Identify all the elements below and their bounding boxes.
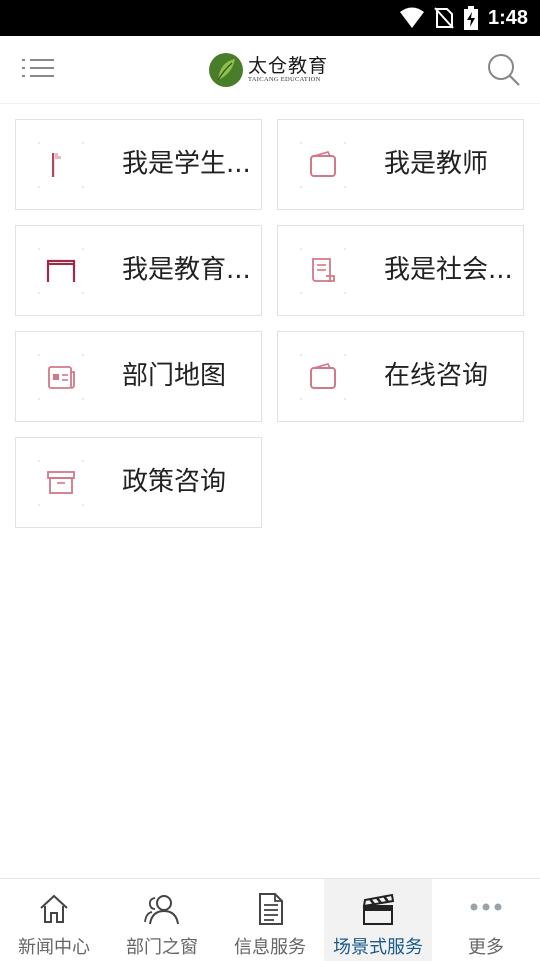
- tab-label: 场景式服务: [333, 933, 423, 959]
- card-label: 我是学生...: [122, 120, 254, 209]
- logo-title: 太仓教育: [248, 56, 328, 76]
- document-icon: [252, 891, 288, 927]
- card-policy-consult[interactable]: 政策咨询: [15, 437, 262, 528]
- card-label: 政策咨询: [122, 438, 254, 527]
- wallet-icon: [300, 354, 346, 400]
- scroll-icon: [300, 248, 346, 294]
- tab-info-service[interactable]: 信息服务: [216, 879, 324, 961]
- menu-button[interactable]: [20, 54, 56, 86]
- home-icon: [36, 891, 72, 927]
- card-label: 我是社会...: [384, 226, 516, 315]
- tab-label: 更多: [468, 933, 504, 959]
- status-time: 1:48: [488, 7, 528, 30]
- card-society[interactable]: 我是社会...: [277, 225, 524, 316]
- clapperboard-icon: [360, 891, 396, 927]
- card-label: 部门地图: [122, 332, 254, 421]
- tab-scenario-service[interactable]: 场景式服务: [324, 879, 432, 961]
- card-online-consult[interactable]: 在线咨询: [277, 331, 524, 422]
- card-teacher[interactable]: 我是教师: [277, 119, 524, 210]
- door-frame-icon: [38, 248, 84, 294]
- card-student[interactable]: 我是学生...: [15, 119, 262, 210]
- leaf-logo-icon: [208, 52, 244, 88]
- archive-box-icon: [38, 460, 84, 506]
- no-sim-icon: [434, 7, 454, 29]
- newspaper-icon: [38, 354, 84, 400]
- battery-charging-icon: [464, 6, 478, 30]
- more-dots-icon: [468, 891, 504, 927]
- logo-subtitle: TAICANG EDUCATION: [248, 76, 328, 84]
- menu-list-icon: [20, 54, 56, 86]
- app-header: 太仓教育 TAICANG EDUCATION: [0, 36, 540, 104]
- people-icon: [144, 891, 180, 927]
- card-label: 我是教师: [384, 120, 516, 209]
- tab-dept-window[interactable]: 部门之窗: [108, 879, 216, 961]
- bottom-tab-bar: 新闻中心 部门之窗 信息服务 场景式服务: [0, 878, 540, 960]
- status-icons: 1:48: [400, 0, 528, 36]
- app-logo: 太仓教育 TAICANG EDUCATION: [208, 48, 332, 92]
- tab-label: 部门之窗: [126, 933, 198, 959]
- card-label: 我是教育...: [122, 226, 254, 315]
- wifi-icon: [400, 7, 424, 29]
- card-dept-map[interactable]: 部门地图: [15, 331, 262, 422]
- card-label: 在线咨询: [384, 332, 516, 421]
- tab-more[interactable]: 更多: [432, 879, 540, 961]
- tab-label: 信息服务: [234, 933, 306, 959]
- tab-news-center[interactable]: 新闻中心: [0, 879, 108, 961]
- search-button[interactable]: [486, 52, 522, 88]
- wallet-icon: [300, 142, 346, 188]
- status-bar: 1:48: [0, 0, 540, 36]
- student-flag-icon: [38, 142, 84, 188]
- card-education[interactable]: 我是教育...: [15, 225, 262, 316]
- search-icon: [486, 52, 522, 88]
- tab-label: 新闻中心: [18, 933, 90, 959]
